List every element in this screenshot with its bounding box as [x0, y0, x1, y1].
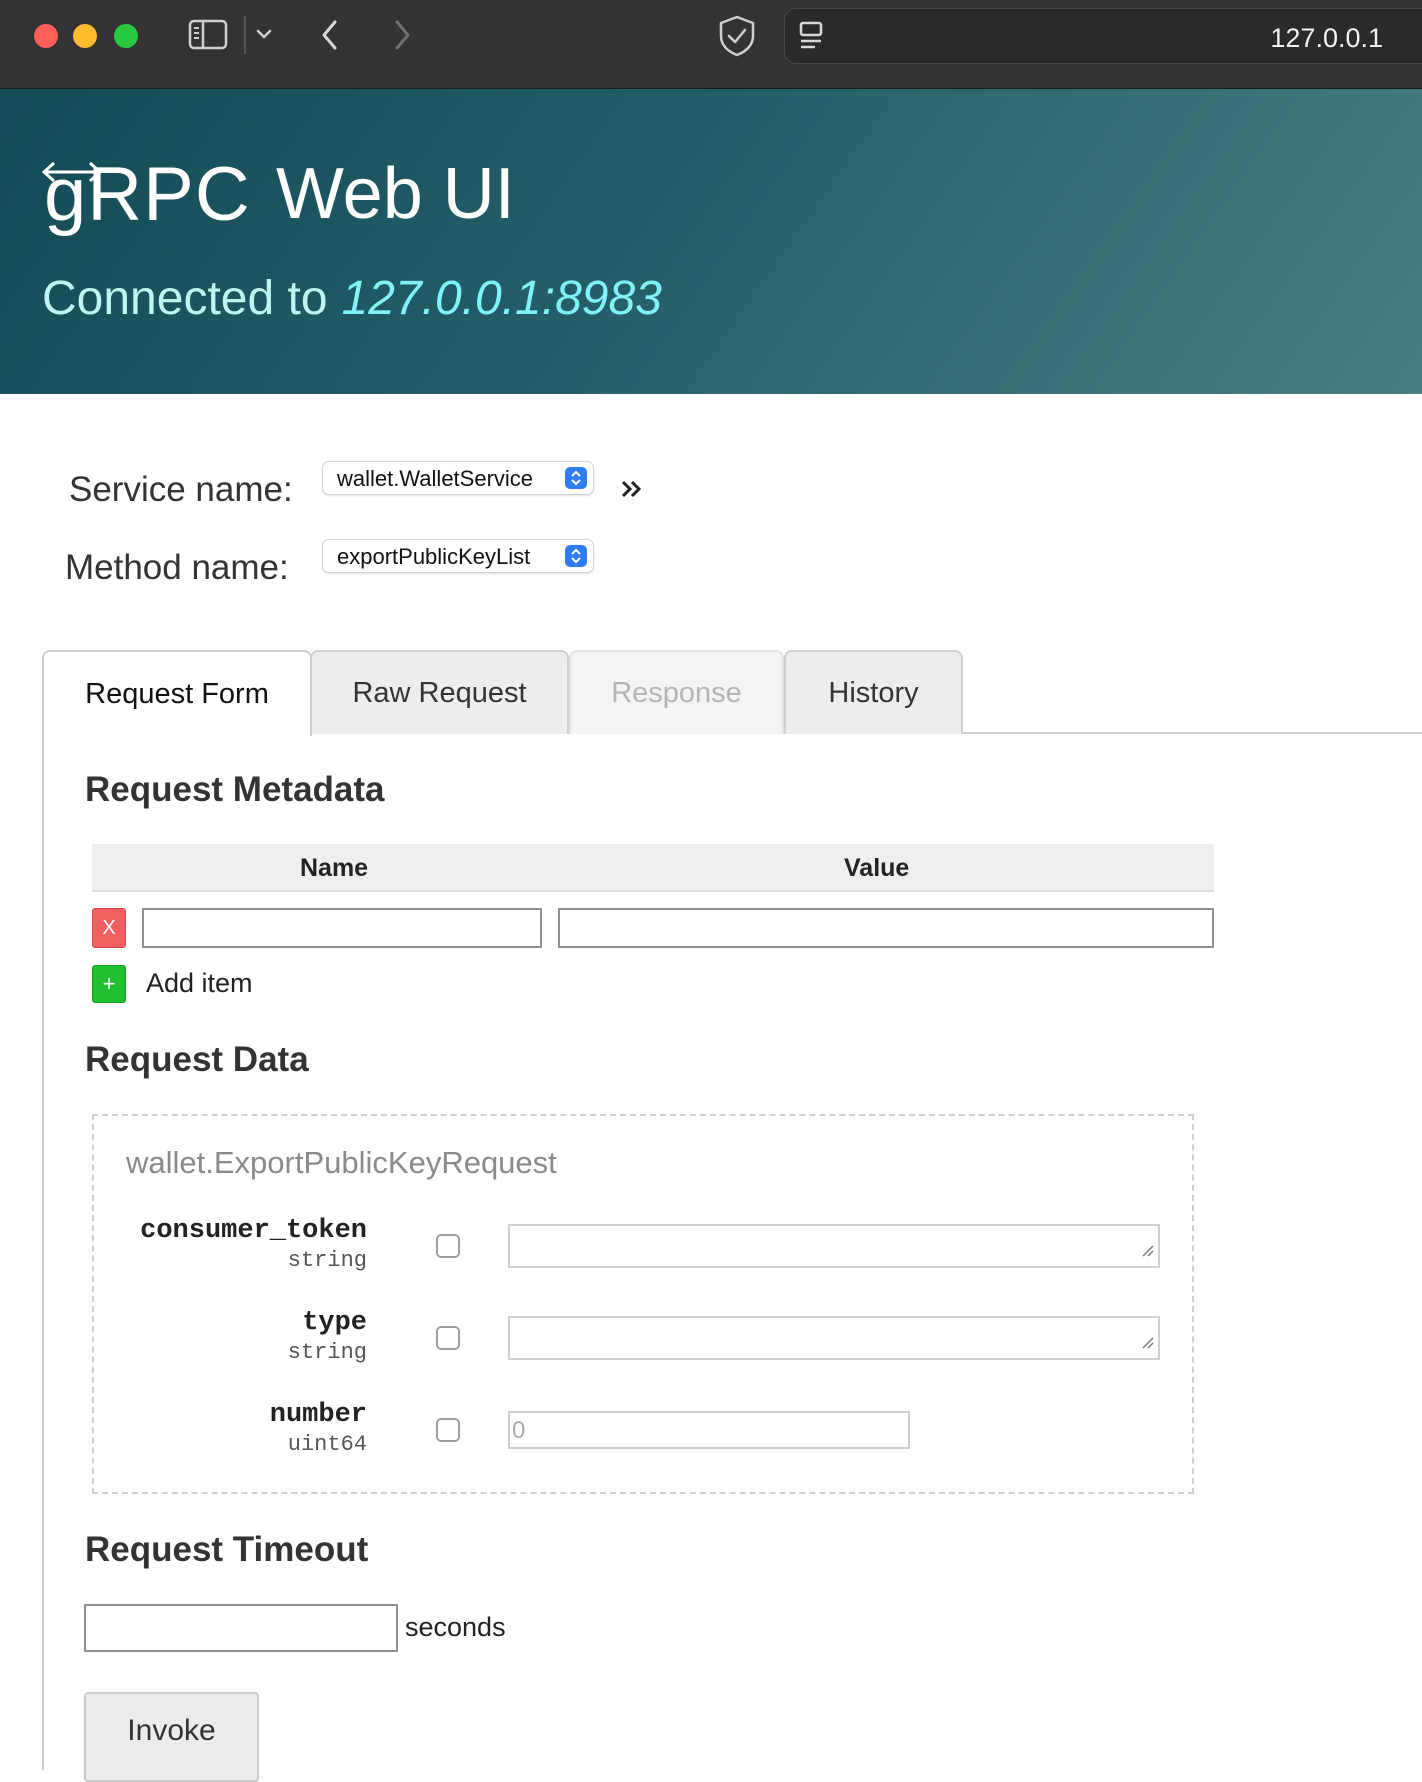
- double-chevron-right-icon[interactable]: [620, 477, 644, 506]
- metadata-value-header: Value: [844, 854, 910, 882]
- address-bar[interactable]: 127.0.0.1: [784, 8, 1422, 64]
- select-stepper-icon: [565, 467, 587, 489]
- forward-icon[interactable]: [390, 18, 414, 52]
- sidebar-icon[interactable]: [188, 18, 230, 52]
- field-type-null-checkbox[interactable]: [436, 1326, 460, 1350]
- field-number-input[interactable]: 0: [508, 1411, 910, 1449]
- app-title: Web UI: [276, 154, 515, 234]
- request-timeout-heading: Request Timeout: [85, 1530, 369, 1569]
- service-name-label: Service name:: [69, 470, 293, 509]
- field-type-type: string: [287, 1340, 367, 1365]
- field-type-textarea[interactable]: [508, 1316, 1160, 1360]
- resize-grip-icon[interactable]: [1139, 1334, 1155, 1355]
- address-text: 127.0.0.1: [1270, 23, 1383, 53]
- connected-host: 127.0.0.1:8983: [341, 272, 662, 325]
- remove-metadata-button[interactable]: X: [92, 908, 126, 948]
- field-type-name: type: [302, 1308, 367, 1338]
- field-number-type: uint64: [287, 1432, 367, 1457]
- tab-raw-request[interactable]: Raw Request: [310, 650, 569, 734]
- tab-history[interactable]: History: [784, 650, 963, 734]
- page-icon: [797, 19, 827, 55]
- app-header: gRPC Web UI Connected to 127.0.0.1:8983: [0, 89, 1422, 394]
- request-metadata-heading: Request Metadata: [85, 770, 385, 809]
- service-select-value: wallet.WalletService: [337, 466, 534, 491]
- metadata-name-input[interactable]: [142, 908, 542, 948]
- timeout-input[interactable]: [84, 1604, 398, 1652]
- shield-icon[interactable]: [716, 14, 758, 58]
- service-select[interactable]: wallet.WalletService: [322, 461, 594, 495]
- panel-border: [42, 732, 44, 1770]
- message-type-label: wallet.ExportPublicKeyRequest: [126, 1145, 557, 1180]
- field-consumer-token-name: consumer_token: [140, 1216, 367, 1246]
- add-metadata-button[interactable]: +: [92, 965, 126, 1003]
- connected-label: Connected to: [42, 272, 328, 325]
- method-select[interactable]: exportPublicKeyList: [322, 539, 594, 573]
- resize-grip-icon[interactable]: [1139, 1242, 1155, 1263]
- add-item-label: Add item: [146, 968, 253, 998]
- field-number-null-checkbox[interactable]: [436, 1418, 460, 1442]
- metadata-table-header: Name Value: [92, 844, 1214, 892]
- connection-status: Connected to 127.0.0.1:8983: [42, 271, 662, 326]
- field-number-name: number: [269, 1400, 367, 1430]
- grpc-logo: gRPC: [44, 152, 251, 237]
- zoom-window-button[interactable]: [114, 24, 138, 48]
- field-consumer-token-null-checkbox[interactable]: [436, 1234, 460, 1258]
- metadata-name-header: Name: [300, 854, 369, 882]
- method-name-label: Method name:: [65, 548, 289, 587]
- tab-request-form[interactable]: Request Form: [42, 650, 312, 736]
- close-window-button[interactable]: [34, 24, 58, 48]
- tab-response[interactable]: Response: [569, 650, 784, 734]
- field-consumer-token-textarea[interactable]: [508, 1224, 1160, 1268]
- field-consumer-token-type: string: [287, 1248, 367, 1273]
- select-stepper-icon: [565, 545, 587, 567]
- timeout-unit-label: seconds: [405, 1612, 506, 1642]
- minimize-window-button[interactable]: [73, 24, 97, 48]
- request-data-heading: Request Data: [85, 1040, 309, 1079]
- metadata-value-input[interactable]: [558, 908, 1214, 948]
- browser-toolbar: 127.0.0.1: [0, 0, 1422, 89]
- toolbar-divider: [244, 16, 246, 54]
- method-select-value: exportPublicKeyList: [337, 544, 531, 569]
- invoke-button[interactable]: Invoke: [84, 1692, 259, 1782]
- back-icon[interactable]: [318, 18, 342, 52]
- chevron-down-icon[interactable]: [254, 26, 274, 42]
